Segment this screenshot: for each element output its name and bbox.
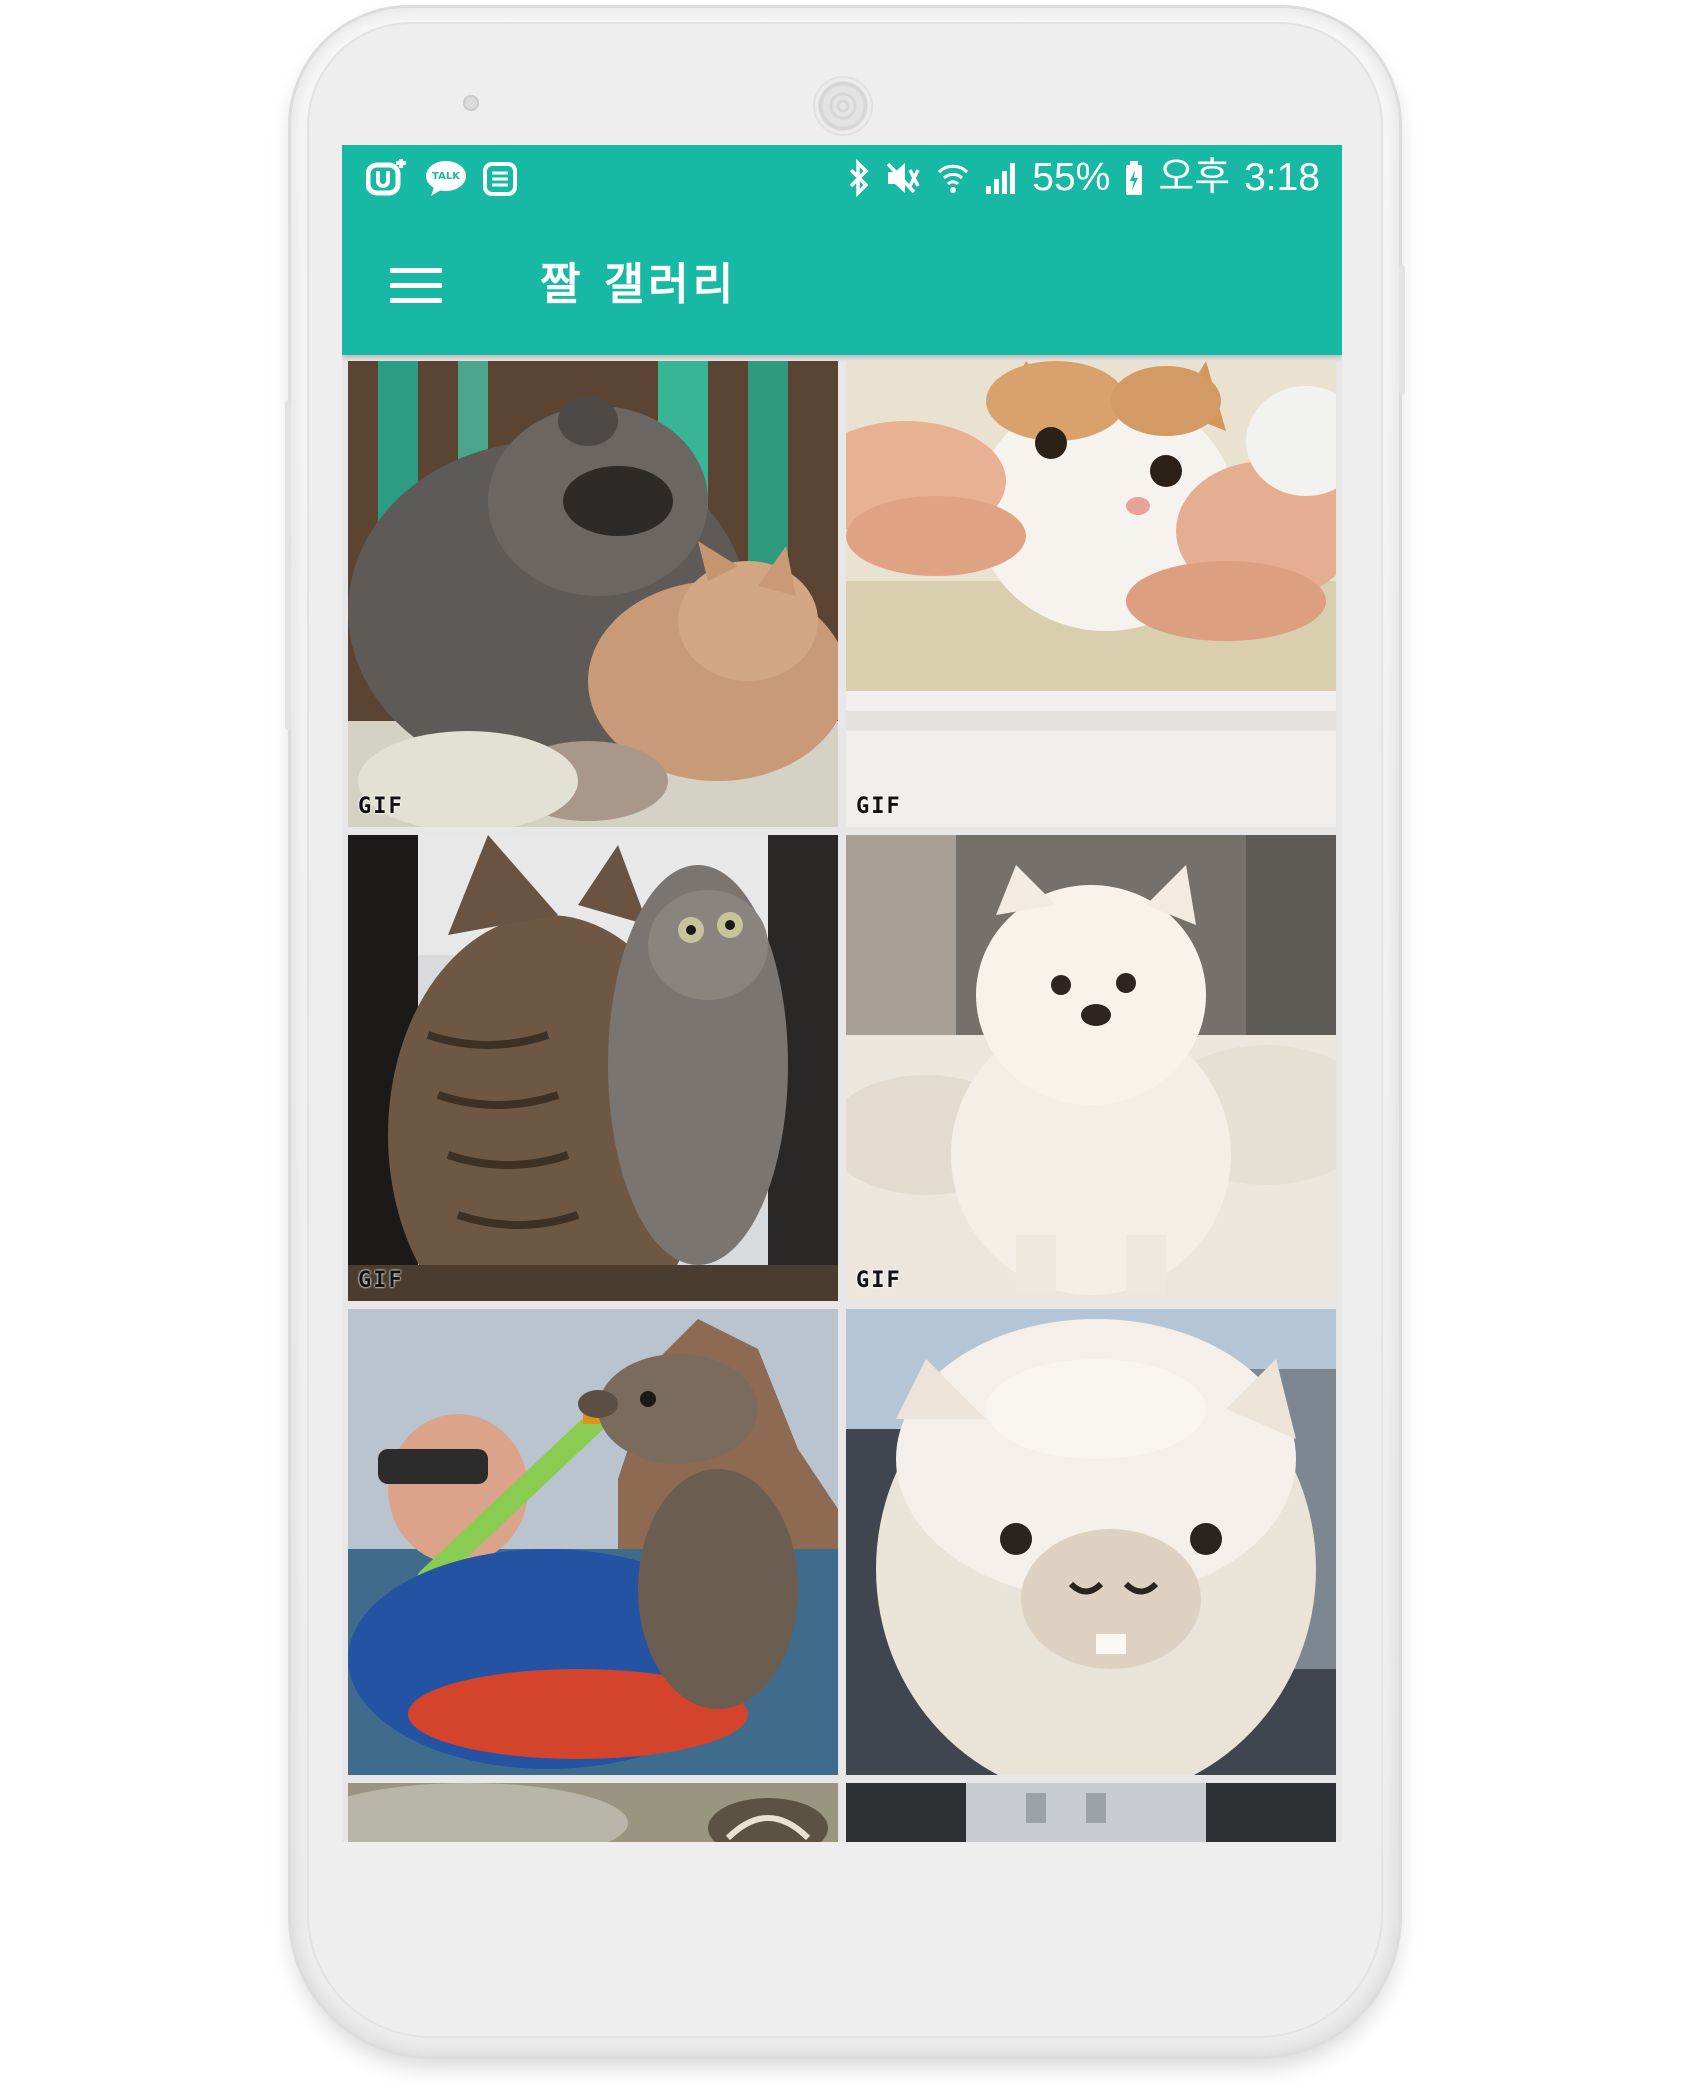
gif-badge: GIF [358, 1268, 404, 1293]
gallery-item-cat-cheeks[interactable]: GIF [846, 361, 1336, 827]
snorkeler-sealion-image [348, 1309, 838, 1775]
gif-badge: GIF [856, 794, 902, 819]
cat-cheeks-image [846, 361, 1336, 827]
kakaotalk-icon: TALK [424, 159, 468, 199]
bluetooth-icon [848, 158, 870, 198]
gallery-item-partial-right[interactable] [846, 1783, 1336, 1842]
status-time: 3:18 [1244, 156, 1320, 199]
volume-button [285, 400, 291, 730]
earpiece-speaker [815, 78, 871, 134]
time-period: 오후 [1158, 156, 1231, 199]
gallery-item-pomeranian[interactable]: GIF [846, 835, 1336, 1301]
battery-charging-icon [1124, 158, 1144, 198]
wifi-icon [936, 158, 970, 198]
gallery-item-alpaca[interactable] [846, 1309, 1336, 1775]
gif-badge: GIF [358, 794, 404, 819]
talk-badge-label: TALK [432, 170, 460, 182]
power-button [1399, 265, 1405, 395]
gallery-item-raccoon-cat[interactable]: GIF [348, 361, 838, 827]
raccoon-cat-image [348, 361, 838, 827]
partial-image-left [348, 1783, 838, 1842]
status-bar: TALK 55% 오후 3:18 [342, 145, 1342, 213]
alpaca-image [846, 1309, 1336, 1775]
vibrate-mute-icon [884, 158, 922, 198]
notification-list-icon [482, 159, 518, 199]
app-title: 짤 갤러리 [540, 259, 738, 310]
battery-percentage: 55% [1032, 156, 1111, 199]
gif-badge: GIF [856, 1268, 902, 1293]
hamburger-menu-icon[interactable] [384, 255, 454, 315]
app-bar: 짤 갤러리 [342, 213, 1342, 355]
partial-image-right [846, 1783, 1336, 1842]
screen: TALK 55% 오후 3:18 짤 갤러리 GIF GIF GIF GIF [342, 145, 1342, 1842]
tabby-cats-image [348, 835, 838, 1301]
pomeranian-image [846, 835, 1336, 1301]
gallery-item-snorkeler-sealion[interactable] [348, 1309, 838, 1775]
signal-icon [984, 158, 1018, 198]
gallery-item-partial-left[interactable] [348, 1783, 838, 1842]
u-plus-icon [366, 159, 410, 199]
gallery-item-tabby-cats[interactable]: GIF [348, 835, 838, 1301]
front-camera [463, 95, 479, 111]
